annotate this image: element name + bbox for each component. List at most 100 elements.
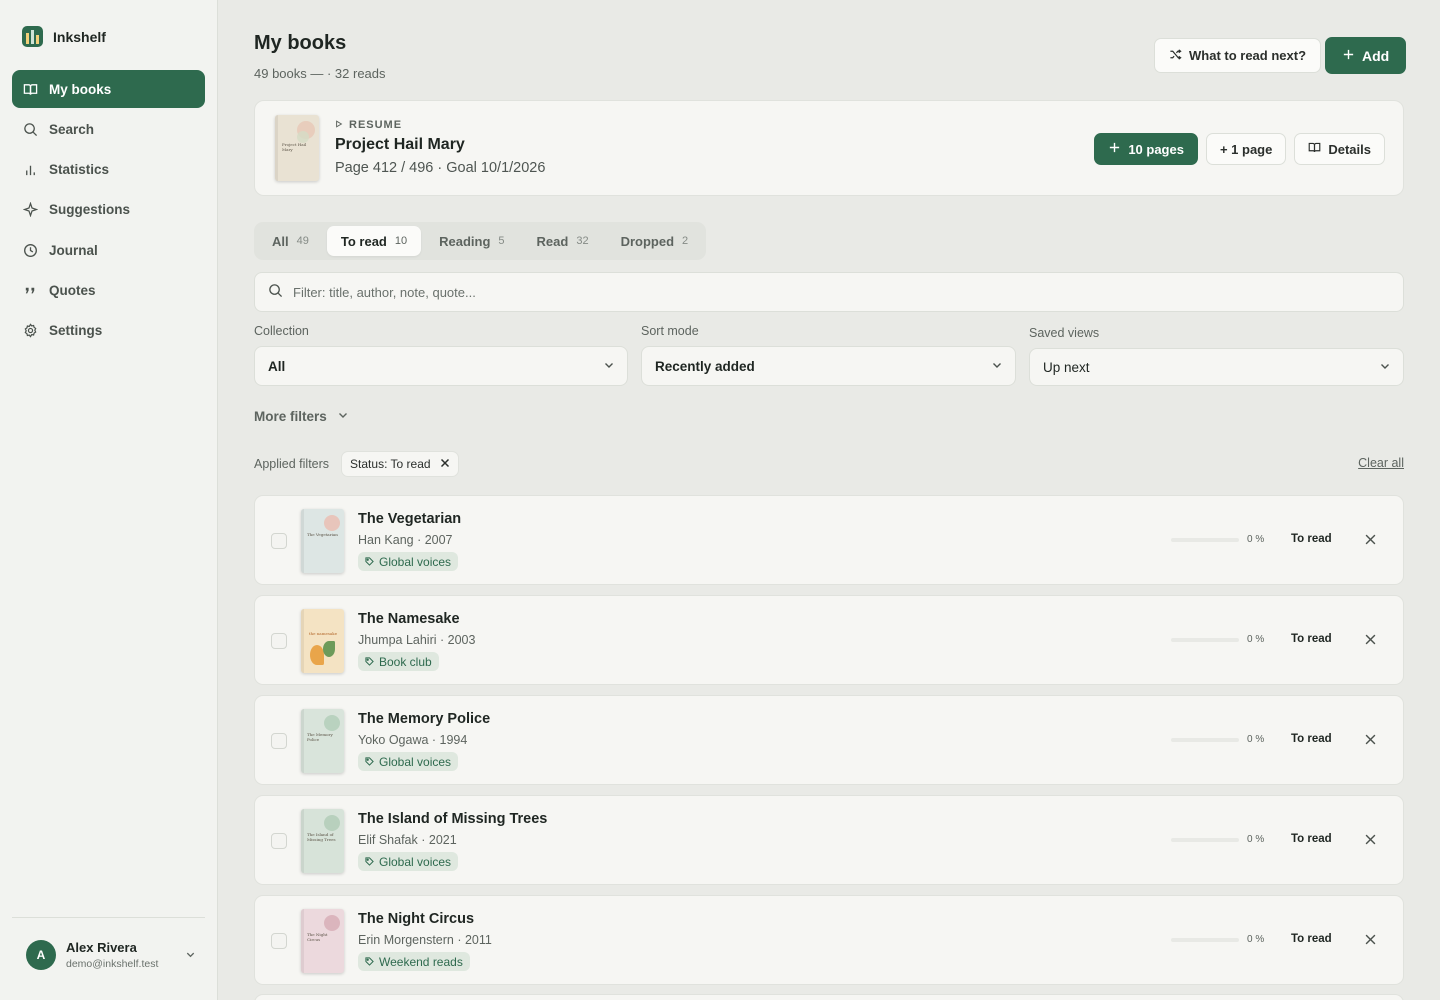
close-icon[interactable] bbox=[1365, 733, 1379, 747]
filter-search-input[interactable] bbox=[293, 284, 1383, 300]
row-checkbox[interactable] bbox=[271, 633, 287, 649]
saved-views-label: Saved views bbox=[1029, 326, 1100, 340]
sidebar-item-journal[interactable]: Journal bbox=[12, 231, 205, 269]
tab-to-read[interactable]: To read 10 bbox=[326, 226, 422, 256]
saved-views-select[interactable]: Up next bbox=[1029, 348, 1404, 386]
tag-icon bbox=[365, 555, 374, 569]
collection-tag[interactable]: Global voices bbox=[358, 752, 459, 771]
reading-progress-bar bbox=[1171, 638, 1239, 642]
book-cover[interactable]: the namesake bbox=[301, 609, 344, 673]
book-title[interactable]: The Island of Missing Trees bbox=[358, 811, 547, 827]
tab-dropped[interactable]: Dropped 2 bbox=[607, 226, 703, 256]
user-menu[interactable]: A Alex Rivera demo@inkshelf.test bbox=[26, 940, 196, 970]
status-label[interactable]: To read bbox=[1291, 633, 1332, 645]
add-1-page-label: + 1 page bbox=[1219, 141, 1273, 157]
book-cover[interactable]: The Night Circus bbox=[301, 909, 344, 973]
search-icon bbox=[268, 283, 283, 301]
close-icon[interactable] bbox=[1365, 833, 1379, 847]
row-checkbox[interactable] bbox=[271, 833, 287, 849]
book-title[interactable]: The Namesake bbox=[358, 611, 475, 627]
sidebar-item-my-books[interactable]: My books bbox=[12, 70, 205, 108]
book-cover[interactable]: The Vegetarian bbox=[301, 509, 344, 573]
book-title[interactable]: The Vegetarian bbox=[358, 511, 461, 527]
sidebar-item-label: Search bbox=[49, 121, 95, 137]
sidebar-item-quotes[interactable]: Quotes bbox=[12, 271, 205, 309]
add-1-page-button[interactable]: + 1 page bbox=[1205, 133, 1287, 165]
collection-tag[interactable]: Book club bbox=[358, 652, 439, 671]
chevron-down-icon[interactable] bbox=[185, 948, 196, 963]
sidebar-item-label: Journal bbox=[49, 242, 98, 258]
tab-label: All bbox=[272, 233, 289, 249]
more-filters-toggle[interactable]: More filters bbox=[254, 409, 349, 424]
tab-count: 2 bbox=[682, 235, 689, 247]
chevron-down-icon bbox=[1379, 360, 1391, 375]
tab-label: To read bbox=[340, 233, 387, 249]
collection-tag[interactable]: Global voices bbox=[358, 852, 459, 871]
sidebar-item-label: Settings bbox=[49, 323, 103, 339]
filter-chip[interactable]: Status: To read bbox=[341, 451, 459, 477]
add-10-pages-label: 10 pages bbox=[1128, 141, 1184, 157]
book-row[interactable]: the namesake The Namesake Jhumpa Lahiri … bbox=[254, 595, 1404, 685]
book-row[interactable]: The Vegetarian The Vegetarian Han Kang ·… bbox=[254, 495, 1404, 585]
status-label[interactable]: To read bbox=[1291, 833, 1332, 845]
resume-book-cover[interactable]: Project Hail Mary bbox=[275, 115, 319, 181]
progress-percent: 0 % bbox=[1247, 834, 1265, 845]
collection-tag[interactable]: Weekend reads bbox=[358, 952, 470, 971]
row-checkbox[interactable] bbox=[271, 933, 287, 949]
book-row[interactable]: The Night Circus The Night Circus Erin M… bbox=[254, 895, 1404, 985]
sidebar-item-settings[interactable]: Settings bbox=[12, 312, 205, 350]
reading-progress-bar bbox=[1171, 938, 1239, 942]
book-title[interactable]: The Memory Police bbox=[358, 711, 490, 727]
applied-filters: Applied filters Status: To read Clear al… bbox=[254, 451, 1404, 477]
book-meta: Han Kang · 2007 bbox=[358, 533, 453, 547]
shuffle-icon bbox=[1169, 48, 1182, 64]
tag-icon bbox=[365, 955, 374, 969]
tab-all[interactable]: All 49 bbox=[258, 226, 323, 256]
tag-icon bbox=[365, 755, 374, 769]
sort-mode-select[interactable]: Recently added bbox=[641, 346, 1016, 386]
tab-reading[interactable]: Reading 5 bbox=[425, 226, 518, 256]
status-label[interactable]: To read bbox=[1291, 533, 1332, 545]
avatar: A bbox=[26, 940, 56, 970]
book-row[interactable]: The Memory Police The Memory Police Yoko… bbox=[254, 695, 1404, 785]
close-icon[interactable] bbox=[1365, 533, 1379, 547]
status-label[interactable]: To read bbox=[1291, 733, 1332, 745]
collection-tag[interactable]: Global voices bbox=[358, 552, 459, 571]
book-row[interactable]: The Island of Missing Trees The Island o… bbox=[254, 795, 1404, 885]
gear-icon bbox=[23, 323, 38, 338]
sparkle-icon bbox=[23, 202, 38, 218]
book-title[interactable]: The Night Circus bbox=[358, 911, 492, 927]
sidebar-item-suggestions[interactable]: Suggestions bbox=[12, 191, 205, 229]
add-book-button[interactable]: Add bbox=[1325, 37, 1407, 74]
more-filters-label: More filters bbox=[254, 409, 327, 424]
applied-filters-label: Applied filters bbox=[254, 457, 330, 471]
row-checkbox[interactable] bbox=[271, 533, 287, 549]
book-cover[interactable]: The Island of Missing Trees bbox=[301, 809, 344, 873]
brand[interactable]: Inkshelf bbox=[22, 26, 106, 47]
sidebar-item-search[interactable]: Search bbox=[12, 110, 205, 148]
clear-all-link[interactable]: Clear all bbox=[1358, 456, 1404, 470]
collection-select[interactable]: All bbox=[254, 346, 628, 386]
row-checkbox[interactable] bbox=[271, 733, 287, 749]
chevron-down-icon bbox=[337, 409, 349, 424]
status-label[interactable]: To read bbox=[1291, 933, 1332, 945]
close-icon[interactable] bbox=[1365, 633, 1379, 647]
what-to-read-next-button[interactable]: What to read next? bbox=[1154, 38, 1322, 73]
sidebar-item-label: My books bbox=[49, 81, 112, 97]
add-10-pages-button[interactable]: 10 pages bbox=[1094, 133, 1198, 165]
user-email: demo@inkshelf.test bbox=[66, 958, 159, 970]
saved-views-value: Up next bbox=[1043, 359, 1090, 375]
tab-read[interactable]: Read 32 bbox=[523, 226, 603, 256]
progress-percent: 0 % bbox=[1247, 934, 1265, 945]
resume-book-title[interactable]: Project Hail Mary bbox=[335, 136, 545, 154]
reading-progress-bar bbox=[1171, 538, 1239, 542]
details-button[interactable]: Details bbox=[1294, 133, 1385, 165]
book-row[interactable] bbox=[254, 994, 1404, 1000]
sidebar-item-statistics[interactable]: Statistics bbox=[12, 151, 205, 189]
quote-icon bbox=[23, 283, 38, 298]
close-icon[interactable] bbox=[1365, 933, 1379, 947]
book-cover[interactable]: The Memory Police bbox=[301, 709, 344, 773]
close-icon[interactable] bbox=[440, 457, 450, 471]
tab-count: 5 bbox=[498, 235, 505, 247]
resume-kicker: RESUME bbox=[335, 119, 545, 131]
